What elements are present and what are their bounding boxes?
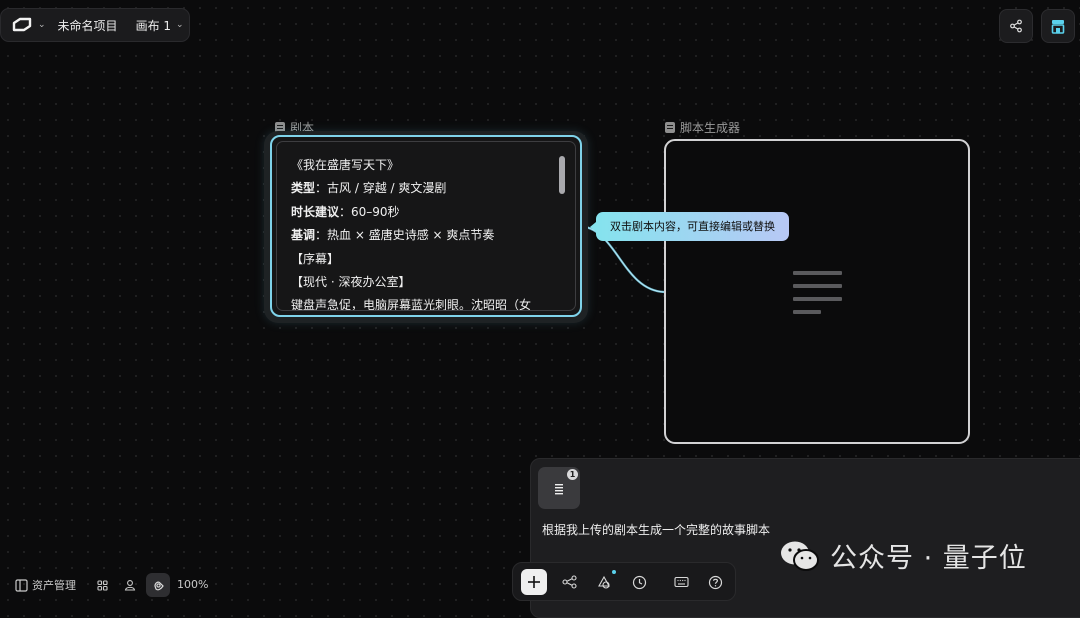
watermark-text: 公众号 · 量子位 [830,543,1027,574]
prompt-input[interactable]: 根据我上传的剧本生成一个完整的故事脚本 [542,521,770,538]
notification-dot [612,570,616,574]
document-icon [555,484,563,495]
generator-node[interactable] [664,139,970,444]
person-icon [124,580,136,591]
assets-manager-button[interactable]: 资产管理 [15,577,76,593]
script-line: 键盘声急促，电脑屏幕蓝光刺眼。沈昭昭（女 [291,297,561,311]
clock-icon [632,575,646,589]
attachment-count-badge: 1 [567,469,578,480]
workflow-icon [561,575,577,589]
script-line: 时长建议：60–90秒 [291,204,561,227]
script-line-key: 类型 [291,181,316,196]
pan-tool-button[interactable] [146,573,170,597]
script-content[interactable]: 《我在盛唐写天下》 类型：古风 / 穿越 / 爽文漫剧 时长建议：60–90秒 基调：… [291,157,561,311]
share-icon [1010,19,1022,33]
add-node-button[interactable] [521,569,547,595]
canvas-selector[interactable]: 画布 1 ⌄ [136,17,184,34]
store-icon [1051,19,1065,34]
script-line-text: 【序幕】 [291,251,340,266]
sidebar-panel-icon [15,578,28,592]
text-placeholder-icon [793,271,842,323]
help-icon [708,575,722,589]
logo-chevron-down-icon[interactable]: ⌄ [38,20,46,30]
script-node[interactable]: 《我在盛唐写天下》 类型：古风 / 穿越 / 爽文漫剧 时长建议：60–90秒 基调：… [270,135,582,317]
zoom-level[interactable]: 100% [177,578,208,591]
document-icon [665,122,675,133]
keyboard-button[interactable] [668,569,694,595]
generator-node-title: 脚本生成器 [680,121,741,135]
history-button[interactable] [626,569,652,595]
shapes-icon [597,575,610,589]
script-line-key: 基调 [291,228,316,243]
script-line: 类型：古风 / 穿越 / 爽文漫剧 [291,180,561,203]
edit-hint-tooltip: 双击剧本内容，可直接编辑或替换 [590,212,789,241]
person-button[interactable] [118,573,142,597]
chevron-down-icon: ⌄ [176,20,184,30]
grid-icon [96,579,108,591]
script-line-text: ：古风 / 穿越 / 爽文漫剧 [315,181,447,196]
scrollbar-thumb[interactable] [559,156,565,194]
script-line-key: 时长建议 [291,204,340,219]
script-line: 基调：热血 × 盛唐史诗感 × 爽点节奏 [291,227,561,250]
app-logo-icon[interactable] [11,16,35,34]
store-button[interactable] [1041,9,1075,43]
attachment-thumbnail[interactable]: 1 [538,467,580,509]
script-line-text: ：60–90秒 [339,204,400,219]
generator-node-label: 脚本生成器 [665,119,740,136]
script-line: 【现代 · 深夜办公室】 [291,274,561,297]
assets-manager-label: 资产管理 [32,579,76,592]
project-name[interactable]: 未命名项目 [58,17,118,34]
help-button[interactable] [702,569,728,595]
canvas-label: 画布 1 [135,18,172,33]
top-toolbar: ⌄ 未命名项目 画布 1 ⌄ [0,8,190,42]
script-line-text: 键盘声急促，电脑屏幕蓝光刺眼。沈昭昭（女 [291,298,532,311]
shapes-button[interactable] [591,569,617,595]
script-line-text: 《我在盛唐写天下》 [291,158,400,172]
keyboard-icon [673,576,689,588]
grid-button[interactable] [90,573,114,597]
share-button[interactable] [999,9,1033,43]
script-line: 【序幕】 [291,251,561,274]
pan-hand-icon [153,581,164,590]
plus-icon [528,576,540,588]
workflow-button[interactable] [556,569,582,595]
bottom-dock [512,562,736,601]
script-line-text: ：热血 × 盛唐史诗感 × 爽点节奏 [315,228,495,243]
watermark: 公众号 · 量子位 [778,536,1027,575]
wechat-icon [781,541,819,571]
script-editor[interactable]: 《我在盛唐写天下》 类型：古风 / 穿越 / 爽文漫剧 时长建议：60–90秒 基调：… [276,141,576,311]
script-line-text: 【现代 · 深夜办公室】 [291,274,411,289]
script-line: 《我在盛唐写天下》 [291,157,561,180]
